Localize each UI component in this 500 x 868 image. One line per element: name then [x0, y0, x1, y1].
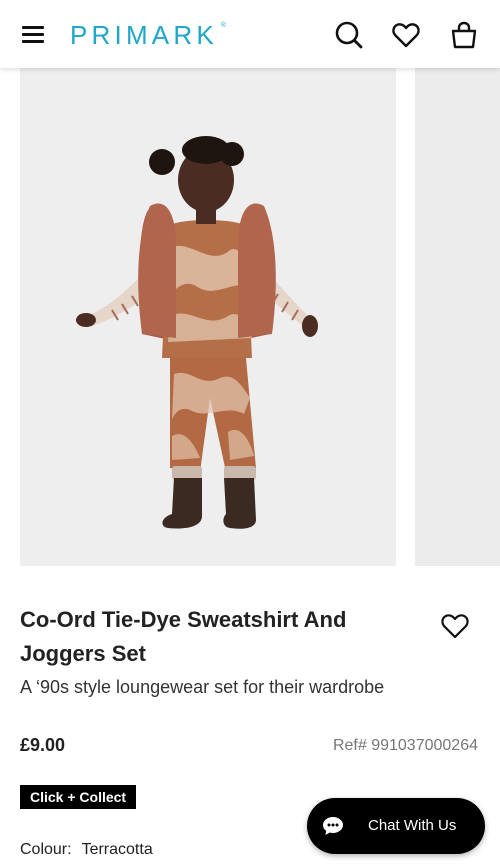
product-description: A ‘90s style loungewear set for their wa… [20, 677, 385, 697]
primark-logo[interactable]: PRIMARK ® [70, 20, 226, 51]
top-nav-bar: PRIMARK ® [0, 0, 500, 68]
wishlist-heart-icon[interactable] [391, 20, 421, 50]
colour-selection: Colour: Terracotta [20, 841, 153, 859]
colour-label: Colour: [20, 841, 72, 858]
menu-icon[interactable] [22, 24, 46, 46]
next-product-photo-peek[interactable] [415, 68, 500, 566]
search-icon[interactable] [334, 20, 364, 50]
product-reference-number: Ref# 991037000264 [332, 737, 478, 754]
click-collect-badge: Click + Collect [20, 785, 137, 809]
chat-with-us-button[interactable]: Chat With Us [307, 798, 485, 854]
chat-bubble-icon [321, 814, 345, 838]
product-price: £9.00 [20, 735, 66, 755]
add-to-wishlist-heart-icon[interactable] [440, 611, 470, 641]
product-photo [20, 68, 396, 566]
product-title: Co-Ord Tie-Dye Sweatshirt And Joggers Se… [20, 607, 347, 666]
product-image-carousel[interactable] [0, 68, 500, 568]
chat-label: Chat With Us [368, 817, 457, 834]
colour-value: Terracotta [81, 841, 153, 858]
shopping-bag-icon[interactable] [449, 20, 479, 50]
